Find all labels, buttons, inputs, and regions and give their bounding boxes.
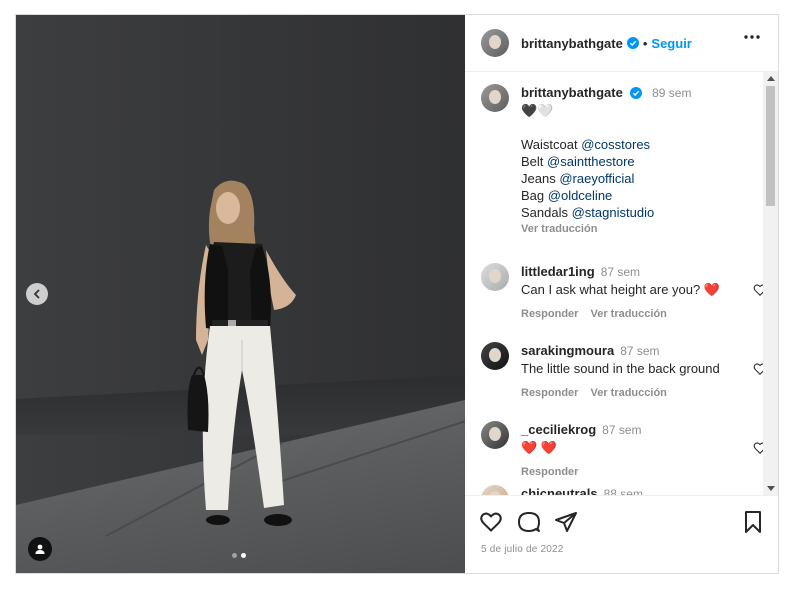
user-icon <box>35 544 45 554</box>
post-date[interactable]: 5 de julio de 2022 <box>481 544 564 555</box>
post-sidebar: brittanybathgate • Seguir brittanybathga… <box>465 15 778 573</box>
action-bar: 5 de julio de 2022 <box>465 495 778 573</box>
share-send-icon[interactable] <box>554 510 578 534</box>
caption-line: Jeans @raeyofficial <box>521 171 635 186</box>
chevron-left-icon <box>33 289 40 299</box>
comment-time[interactable]: 87 sem <box>601 265 640 279</box>
mention-link[interactable]: @raeyofficial <box>559 171 634 186</box>
carousel-dot-active <box>241 553 246 558</box>
mention-link[interactable]: @cosstores <box>581 137 650 152</box>
verified-badge-icon <box>630 87 643 99</box>
post-header: brittanybathgate • Seguir <box>465 15 778 72</box>
comment-username[interactable]: chicneutrals <box>521 486 598 495</box>
comment-bubble-icon[interactable] <box>517 510 541 534</box>
reply-button[interactable]: Responder <box>521 308 578 320</box>
avatar[interactable] <box>481 29 509 57</box>
avatar[interactable] <box>481 84 509 112</box>
avatar[interactable] <box>481 485 509 495</box>
comment-emoji: ❤️ <box>703 282 721 297</box>
caption-emoji: 🖤🤍 <box>521 103 554 118</box>
reply-button[interactable]: Responder <box>521 387 578 399</box>
tagged-users-button[interactable] <box>28 537 52 561</box>
comment-time[interactable]: 87 sem <box>620 344 659 358</box>
comment-item: littledar1ing 87 sem Can I ask what heigh… <box>481 263 765 323</box>
caption-line: Sandals @stagnistudio <box>521 205 655 220</box>
caption-time[interactable]: 89 sem <box>652 86 691 100</box>
like-heart-icon[interactable] <box>479 510 503 534</box>
avatar[interactable] <box>481 342 509 370</box>
post-photo[interactable] <box>16 15 465 573</box>
caption-username[interactable]: brittanybathgate <box>521 85 623 100</box>
header-username[interactable]: brittanybathgate <box>521 36 623 51</box>
scrollbar-thumb[interactable] <box>766 86 775 206</box>
header-separator: • <box>642 35 648 51</box>
scroll-down-arrow-icon[interactable] <box>767 486 775 491</box>
caption-line: Belt @saintthestore <box>521 154 635 169</box>
comment-item: chicneutrals 88 sem <box>481 485 751 495</box>
comment-time[interactable]: 88 sem <box>604 487 643 495</box>
more-horizontal-icon[interactable] <box>744 35 760 39</box>
scrollbar[interactable] <box>763 72 778 495</box>
comment-username[interactable]: sarakingmoura <box>521 343 614 358</box>
see-translation-link[interactable]: Ver traducción <box>590 308 666 320</box>
caption-line: Bag @oldceline <box>521 188 613 203</box>
scroll-up-arrow-icon[interactable] <box>767 76 775 81</box>
mention-link[interactable]: @stagnistudio <box>572 205 655 220</box>
comment-text: Can I ask what height are you? <box>521 282 701 297</box>
reply-button[interactable]: Responder <box>521 466 578 478</box>
comment-item: _ceciliekrog 87 sem ❤️ ❤️ Responder <box>481 421 765 481</box>
save-bookmark-icon[interactable] <box>741 510 765 534</box>
post-dialog: brittanybathgate • Seguir brittanybathga… <box>15 14 779 574</box>
comment-time[interactable]: 87 sem <box>602 423 641 437</box>
caption-line: Waistcoat @cosstores <box>521 137 651 152</box>
verified-badge-icon <box>626 37 639 49</box>
carousel-dot <box>232 553 237 558</box>
previous-image-button[interactable] <box>26 283 48 305</box>
mention-link[interactable]: @saintthestore <box>547 154 635 169</box>
follow-button[interactable]: Seguir <box>651 36 691 51</box>
post-caption: brittanybathgate 89 sem 🖤🤍 Waistcoat @co… <box>481 84 751 238</box>
comment-text: The little sound in the back ground <box>521 361 720 376</box>
see-translation-link[interactable]: Ver traducción <box>521 221 691 238</box>
woman-figure <box>187 180 296 526</box>
avatar[interactable] <box>481 263 509 291</box>
avatar[interactable] <box>481 421 509 449</box>
mention-link[interactable]: @oldceline <box>548 188 613 203</box>
comments-scroll-area[interactable]: brittanybathgate 89 sem 🖤🤍 Waistcoat @co… <box>465 72 765 495</box>
comment-emoji: ❤️ ❤️ <box>521 440 557 455</box>
see-translation-link[interactable]: Ver traducción <box>590 387 666 399</box>
carousel-indicator <box>232 553 246 558</box>
comment-username[interactable]: _ceciliekrog <box>521 422 596 437</box>
comment-username[interactable]: littledar1ing <box>521 264 595 279</box>
comment-item: sarakingmoura 87 sem The little sound in … <box>481 342 765 402</box>
